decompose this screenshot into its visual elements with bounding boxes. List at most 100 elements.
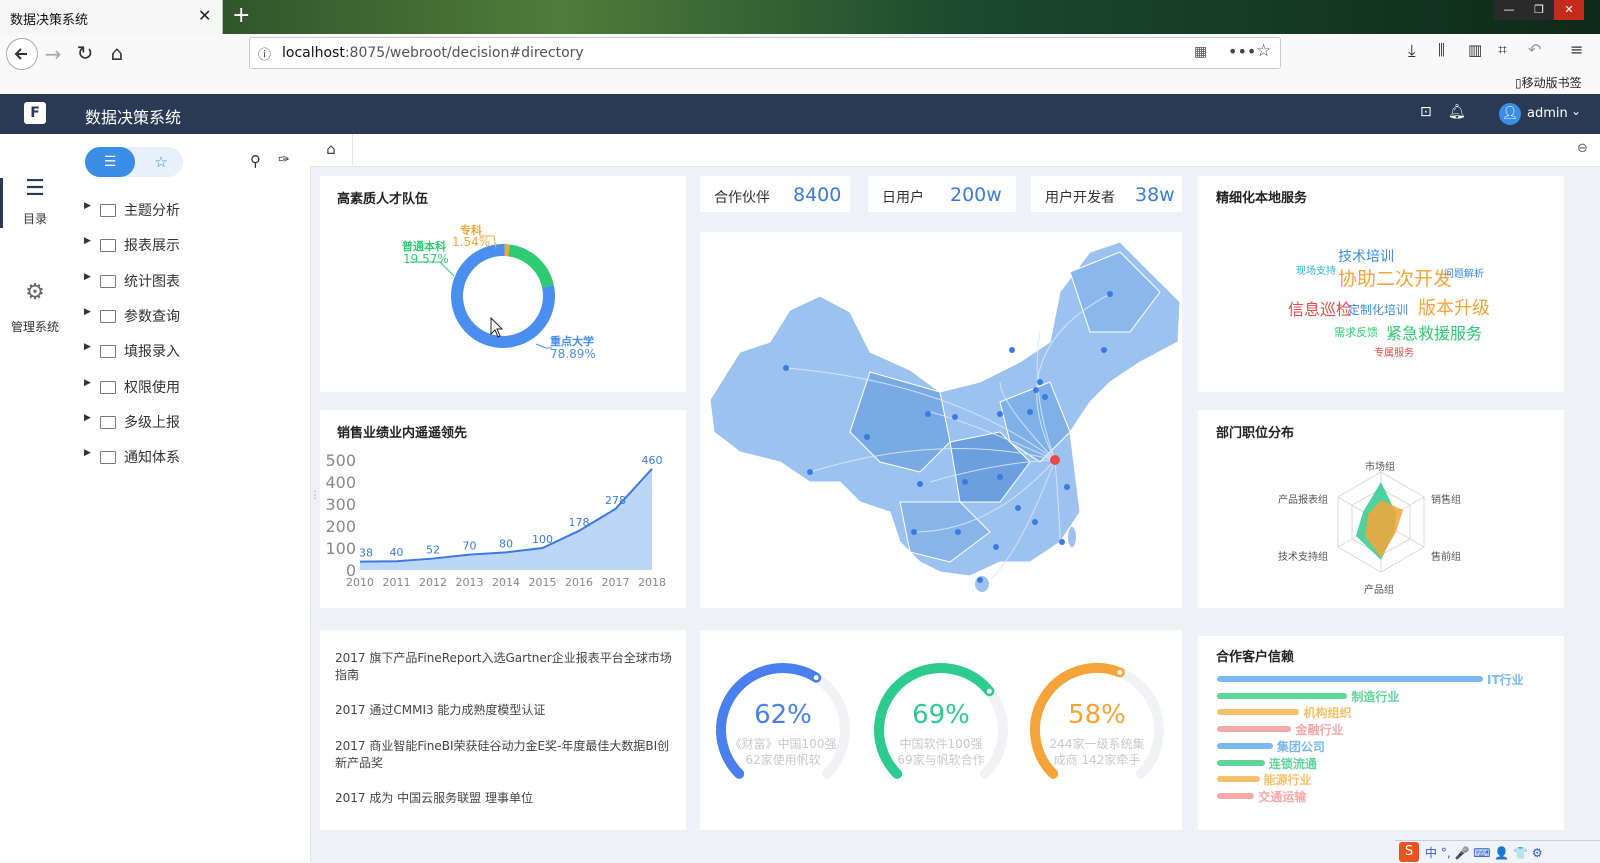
splitter-handle[interactable]: ⋮ [310,490,320,501]
sidebar-icon[interactable]: ▥ [1468,41,1482,59]
username[interactable]: admin [1527,106,1568,121]
content-tab-strip: ⌂ ⊖ [310,134,1600,167]
customer-bar [1217,776,1260,782]
forward-icon[interactable]: → [40,42,66,66]
rail-item-directory[interactable]: ☰ 目录 [0,174,70,234]
gauges-card: 62% 《财富》中国100强 62家使用帆软 69% 中国软件100强 69家与… [700,630,1182,830]
x-tick-label: 2015 [529,576,557,589]
customer-label: 金融行业 [1295,721,1343,738]
customer-label: 机构组织 [1303,704,1351,721]
expand-arrow-icon[interactable]: ▶ [84,342,91,352]
word-issue-analysis: 问题解析 [1444,265,1484,280]
home-icon[interactable]: ⌂ [104,41,130,65]
customer-bar [1217,726,1291,732]
customer-label: 连锁流通 [1269,755,1317,772]
expand-arrow-icon[interactable]: ▶ [84,236,91,246]
avatar[interactable]: 👤︎ [1499,103,1521,125]
screenshot-icon[interactable]: ⌗ [1498,40,1507,60]
left-rail: ☰ 目录 ⚙ 管理系统 [0,134,71,862]
radar-axis-product-report: 产品报表组 [1278,491,1328,506]
china-map [700,232,1182,608]
address-bar[interactable]: ⓘ localhost:8075/webroot/decision#direct… [249,37,1281,69]
expand-arrow-icon[interactable]: ▶ [84,272,91,282]
back-icon[interactable] [6,38,38,70]
news-item[interactable]: 2017 旗下产品FineReport入选Gartner企业报表平台全球市场指南 [335,650,680,684]
expand-arrow-icon[interactable]: ▶ [84,413,91,423]
gear-icon: ⚙ [22,280,48,305]
rail-label-admin: 管理系统 [0,318,70,335]
word-onsite-support: 现场支持 [1296,262,1336,277]
directory-item[interactable]: ▶主题分析 [84,198,284,222]
directory-item-label: 统计图表 [124,271,180,291]
app-logo[interactable]: F [24,102,46,124]
qr-code-icon[interactable]: ▦ [1194,44,1207,60]
customer-label: 能源行业 [1264,771,1312,788]
directory-item-label: 填报录入 [124,341,180,361]
bookmark-star-icon[interactable]: ☆ [1256,41,1271,61]
ime-logo-icon[interactable]: S [1399,842,1419,862]
search-icon[interactable]: ⚲ [250,152,261,170]
undo-icon[interactable]: ↶ [1528,40,1541,59]
bell-icon[interactable]: 🔔︎ [1448,104,1466,120]
dashboard-icon[interactable]: ⊡ [1420,104,1432,120]
chevron-down-icon[interactable]: ⌄ [1571,104,1581,118]
radar-chart [1198,410,1564,608]
directory-item-label: 报表展示 [124,235,180,255]
directory-panel: ☰ ☆ ⚲ ✑ ▶主题分析▶报表展示▶统计图表▶参数查询▶填报录入▶权限使用▶多… [70,134,311,862]
news-item[interactable]: 2017 商业智能FineBI荣获硅谷动力金E奖-年度最佳大数据BI创新产品奖 [335,738,680,772]
talent-donut-svg [320,176,686,392]
directory-item[interactable]: ▶ 填报录入 [84,339,284,363]
mobile-bookmarks[interactable]: ▯移动版书签 [1515,74,1582,91]
directory-item[interactable]: ▶ 统计图表 [84,269,284,293]
word-exclusive-service: 专属服务 [1374,344,1414,359]
app-header: F 数据决策系统 ⊡ 🔔︎ 👤︎ admin ⌄ [0,94,1600,134]
x-tick-label: 2018 [638,576,666,589]
reload-icon[interactable]: ↻ [72,41,98,65]
news-item[interactable]: 2017 成为 中国云服务联盟 理事单位 [335,790,680,807]
home-tab-icon[interactable]: ⌂ [310,134,353,165]
browser-tab[interactable]: 数据决策系统 ✕ [0,0,223,34]
expand-arrow-icon[interactable]: ▶ [84,448,91,458]
x-tick-label: 2017 [602,576,630,589]
library-icon[interactable]: ⫼ [1438,41,1445,59]
expand-arrow-icon[interactable]: ▶ [84,307,91,317]
menu-icon[interactable]: ≡ [1570,40,1583,59]
tab-title: 数据决策系统 [10,9,88,28]
list-view-button[interactable]: ☰ [85,147,135,177]
radar-axis-product: 产品组 [1364,581,1394,596]
directory-item[interactable]: ▶ 通知体系 [84,445,284,469]
favorites-star-icon[interactable]: ☆ [143,147,179,177]
word-custom-training: 定制化培训 [1348,301,1408,318]
directory-item[interactable]: ▶ 权限使用 [84,375,284,399]
directory-item-label: 通知体系 [124,447,180,467]
new-tab-icon[interactable]: + [232,3,250,28]
x-tick-label: 2013 [456,576,484,589]
window-close-icon[interactable]: ✕ [1554,0,1584,20]
directory-item[interactable]: ▶ 多级上报 [84,410,284,434]
news-item[interactable]: 2017 通过CMMI3 能力成熟度模型认证 [335,702,680,719]
info-icon[interactable]: ⓘ [258,44,271,63]
directory-item-label: 多级上报 [124,412,180,432]
download-icon[interactable]: ⤓ [1408,41,1416,61]
rail-item-admin[interactable]: ⚙ 管理系统 [0,280,70,340]
expand-arrow-icon[interactable]: ▶ [84,378,91,388]
list-icon: ☰ [22,176,48,201]
pin-icon[interactable]: ✑ [278,152,290,168]
maximize-icon[interactable]: ❐ [1524,0,1554,20]
page-actions-icon[interactable]: ••• [1228,42,1256,61]
url-text[interactable]: localhost:8075/webroot/decision#director… [282,45,584,61]
expand-arrow-icon[interactable]: ▶ [84,201,91,211]
gauge-knob [1117,669,1123,675]
directory-item[interactable]: ▶参数查询 [84,304,284,328]
data-label: 178 [569,516,590,529]
data-label: 38 [359,547,373,560]
customer-label: 集团公司 [1277,738,1325,755]
minimize-icon[interactable]: — [1494,0,1524,20]
ime-status[interactable]: 中 °, 🎤 ⌨ 👤 👕 ⚙ [1425,844,1543,861]
more-options-icon[interactable]: ⊖ [1577,141,1588,156]
directory-item-label: 权限使用 [124,377,180,397]
tab-close-icon[interactable]: ✕ [198,6,211,25]
directory-item[interactable]: ▶ 报表展示 [84,233,284,257]
local-service-card: 精细化本地服务 技术培训 现场支持 协助二次开发 问题解析 信息巡检 定制化培训… [1198,176,1564,392]
kpi-value-daily-users: 200w [950,184,1002,206]
